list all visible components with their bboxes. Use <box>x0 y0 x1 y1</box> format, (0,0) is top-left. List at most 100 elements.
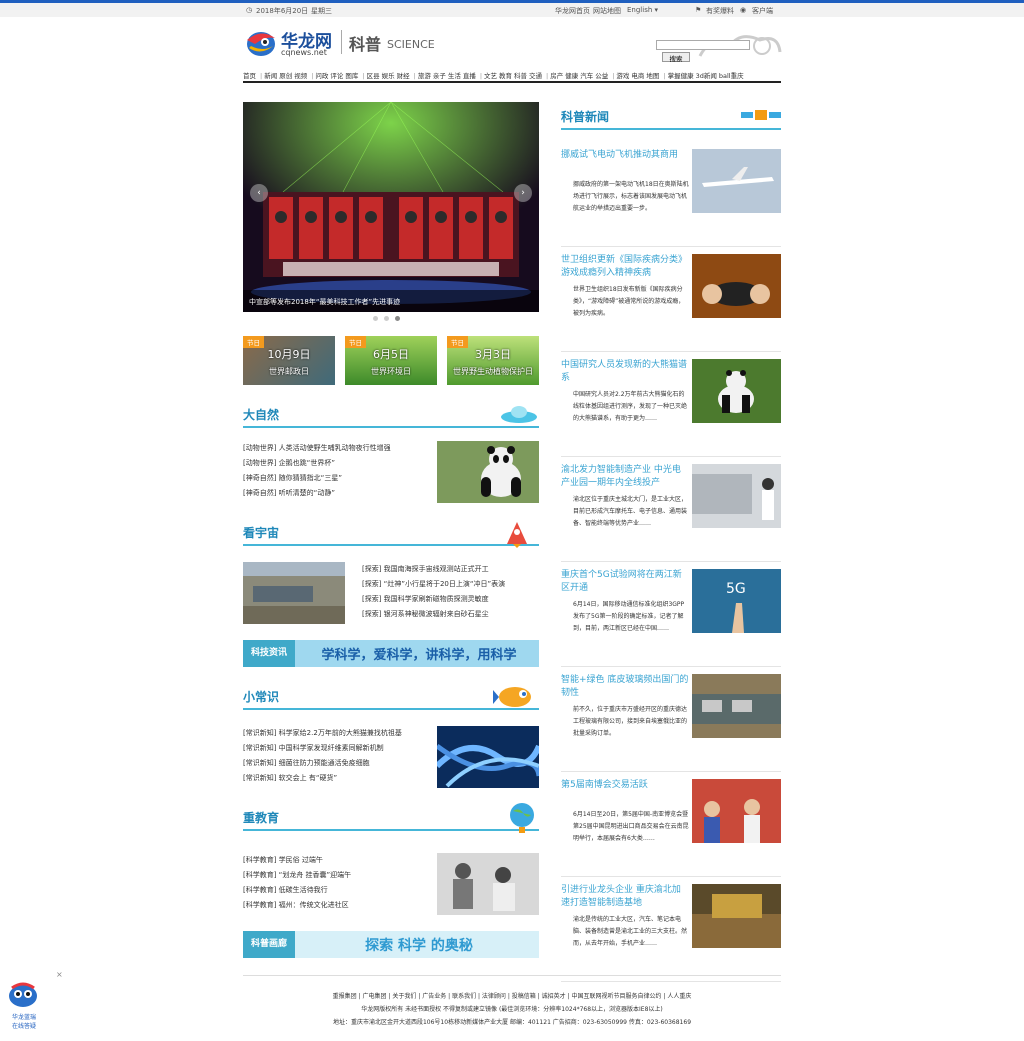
section-title[interactable]: 看宇宙 <box>243 524 279 541</box>
festival-tile-wildlife[interactable]: 节日 3月3日 世界野生动植物保护日 <box>447 336 539 385</box>
list-item[interactable]: [科学教育] 低碳生活待我行 <box>243 883 351 898</box>
nav-item[interactable]: 房产 <box>550 72 563 80</box>
list-item[interactable]: [常识新知] 软交会上 有“硬货” <box>243 771 402 786</box>
nav-item[interactable]: 视频 <box>294 72 307 80</box>
footer-link[interactable]: 关于我们 <box>392 993 416 1000</box>
list-item[interactable]: [神奇自然] 随你猜猜指北“三星” <box>243 471 391 486</box>
nav-item[interactable]: 掌握健康 <box>668 72 694 80</box>
list-item[interactable]: [动物世界] 人类活动使野生哺乳动物夜行性增强 <box>243 441 391 456</box>
nav-item[interactable]: 娱乐 <box>382 72 395 80</box>
list-item[interactable]: [科学教育] 学民俗 过端午 <box>243 853 351 868</box>
nav-item[interactable]: 交通 <box>529 72 542 80</box>
nav-item[interactable]: 文艺 <box>484 72 497 80</box>
nav-item[interactable]: 新闻 <box>264 72 277 80</box>
close-icon[interactable]: × <box>56 970 63 979</box>
nav-item[interactable]: 问政 <box>315 72 328 80</box>
link-report[interactable]: 有奖爆料 <box>706 6 734 16</box>
news-thumbnail[interactable] <box>692 359 781 423</box>
nav-item[interactable]: 首页 <box>243 72 256 80</box>
festival-tile-postal[interactable]: 节日 10月9日 世界邮政日 <box>243 336 335 385</box>
nav-item[interactable]: 区县 <box>367 72 380 80</box>
science-slogan-banner[interactable]: 科技资讯 学科学，爱科学，讲科学，用科学 <box>243 640 539 667</box>
list-item[interactable]: [科学教育] 福州：传统文化进社区 <box>243 898 351 913</box>
news-thumbnail[interactable] <box>692 254 781 318</box>
footer-link[interactable]: 广告业务 <box>422 993 446 1000</box>
search-button[interactable]: 搜索 <box>662 52 690 63</box>
nav-item[interactable]: 地图 <box>646 72 659 80</box>
nav-item[interactable]: ball重庆 <box>719 72 744 80</box>
link-client[interactable]: 客户端 <box>752 6 773 16</box>
nav-item[interactable]: 直播 <box>463 72 476 80</box>
news-title[interactable]: 挪威试飞电动飞机推动其商用 <box>561 149 689 162</box>
floating-service-widget[interactable]: 华龙蓝瑞 在线答疑 <box>2 980 46 1030</box>
footer-link[interactable]: 中国互联网视听节目服务自律公约 <box>572 993 662 1000</box>
footer-link[interactable]: 重报集团 <box>333 993 357 1000</box>
section-title[interactable]: 小常识 <box>243 688 279 705</box>
slider-dot[interactable] <box>384 316 389 321</box>
news-title[interactable]: 第5届南博会交易活跃 <box>561 779 689 792</box>
nav-item[interactable]: 亲子 <box>433 72 446 80</box>
news-thumbnail[interactable] <box>692 674 781 738</box>
news-thumbnail[interactable] <box>692 779 781 843</box>
nav-item[interactable]: 3d新闻 <box>696 72 717 80</box>
list-item[interactable]: [探索] 银河系神秘微波辐射来自砂石星尘 <box>362 607 505 622</box>
nav-item[interactable]: 游戏 <box>616 72 629 80</box>
festival-tile-environment[interactable]: 节日 6月5日 世界环境日 <box>345 336 437 385</box>
news-thumbnail[interactable]: 5G <box>692 569 781 633</box>
footer-link[interactable]: 诚招英才 <box>542 993 566 1000</box>
section-title[interactable]: 重教育 <box>243 809 279 826</box>
nav-item[interactable]: 财经 <box>397 72 410 80</box>
science-gallery-banner[interactable]: 科普画廊 探索 科学 的奥秘 <box>243 931 539 958</box>
list-item[interactable]: [常识新知] 细菌往防力预能通活免疫细胞 <box>243 756 402 771</box>
news-title[interactable]: 重庆首个5G试验网将在两江新区开通 <box>561 569 689 595</box>
search-input[interactable] <box>656 40 750 50</box>
nav-item[interactable]: 教育 <box>499 72 512 80</box>
list-item[interactable]: [科学教育] “划龙舟 挂香囊”迎端午 <box>243 868 351 883</box>
language-select[interactable]: English ▾ <box>627 6 658 14</box>
news-thumbnail[interactable] <box>692 149 781 213</box>
news-title[interactable]: 智能+绿色 底皮玻璃频出国门的韧性 <box>561 674 689 700</box>
nav-item[interactable]: 旅游 <box>418 72 431 80</box>
nav-item[interactable]: 评论 <box>330 72 343 80</box>
footer-link[interactable]: 人人重庆 <box>667 993 691 1000</box>
list-item[interactable]: [动物世界] 企鹅也跳“世界杯” <box>243 456 391 471</box>
nav-item[interactable]: 科普 <box>514 72 527 80</box>
news-title[interactable]: 中国研究人员发现新的大熊猫谱系 <box>561 359 689 385</box>
section-title[interactable]: 大自然 <box>243 406 279 423</box>
news-thumbnail[interactable] <box>692 884 781 948</box>
footer-link[interactable]: 法律顾问 <box>482 993 506 1000</box>
panda-thumbnail[interactable] <box>437 441 539 503</box>
fiber-thumbnail[interactable] <box>434 726 542 788</box>
observatory-thumbnail[interactable] <box>243 562 345 624</box>
nav-item[interactable]: 汽车 <box>580 72 593 80</box>
list-item[interactable]: [常识新知] 科学家给2.2万年前的大熊猫兼找杭祖基 <box>243 726 402 741</box>
link-homepage[interactable]: 华龙网首页 <box>555 6 590 16</box>
footer-link[interactable]: 联系我们 <box>452 993 476 1000</box>
list-item[interactable]: [探索] “灶神”小行星将于20日上演“冲日”表演 <box>362 577 505 592</box>
site-logo-icon[interactable] <box>243 26 279 60</box>
hero-slider[interactable]: ‹ › 中宣部等发布2018年“最美科技工作者”先进事迹 <box>243 102 539 312</box>
section-title[interactable]: 科普新闻 <box>561 108 609 125</box>
footer-link[interactable]: 广电集团 <box>362 993 386 1000</box>
news-title[interactable]: 渝北发力智能制造产业 中光电产业园一期年内全线投产 <box>561 464 689 490</box>
news-thumbnail[interactable] <box>692 464 781 528</box>
nav-item[interactable]: 公益 <box>595 72 608 80</box>
list-item[interactable]: [常识新知] 中国科学家发现纤维素同解新机制 <box>243 741 402 756</box>
list-item[interactable]: [神奇自然] 听听清楚的“动静” <box>243 486 391 501</box>
nav-item[interactable]: 电商 <box>631 72 644 80</box>
nav-item[interactable]: 原创 <box>279 72 292 80</box>
nav-item[interactable]: 生活 <box>448 72 461 80</box>
slider-dot-active[interactable] <box>395 316 400 321</box>
slider-dot[interactable] <box>373 316 378 321</box>
footer-link[interactable]: 投稿信箱 <box>512 993 536 1000</box>
hero-caption[interactable]: 中宣部等发布2018年“最美科技工作者”先进事迹 <box>243 290 539 312</box>
hero-prev-button[interactable]: ‹ <box>250 184 268 202</box>
hero-next-button[interactable]: › <box>514 184 532 202</box>
news-title[interactable]: 引进行业龙头企业 重庆渝北加速打造智能制造基地 <box>561 884 689 910</box>
list-item[interactable]: [探索] 我国南海探手宙线观测站正式开工 <box>362 562 505 577</box>
news-title[interactable]: 世卫组织更新《国际疾病分类》 游戏成瘾列入精神疾病 <box>561 254 689 280</box>
list-item[interactable]: [探索] 我国科学家刷新磁物质探测灵敏度 <box>362 592 505 607</box>
education-thumbnail[interactable] <box>437 853 539 915</box>
link-sitemap[interactable]: 网站地图 <box>593 6 621 16</box>
nav-item[interactable]: 图库 <box>345 72 358 80</box>
